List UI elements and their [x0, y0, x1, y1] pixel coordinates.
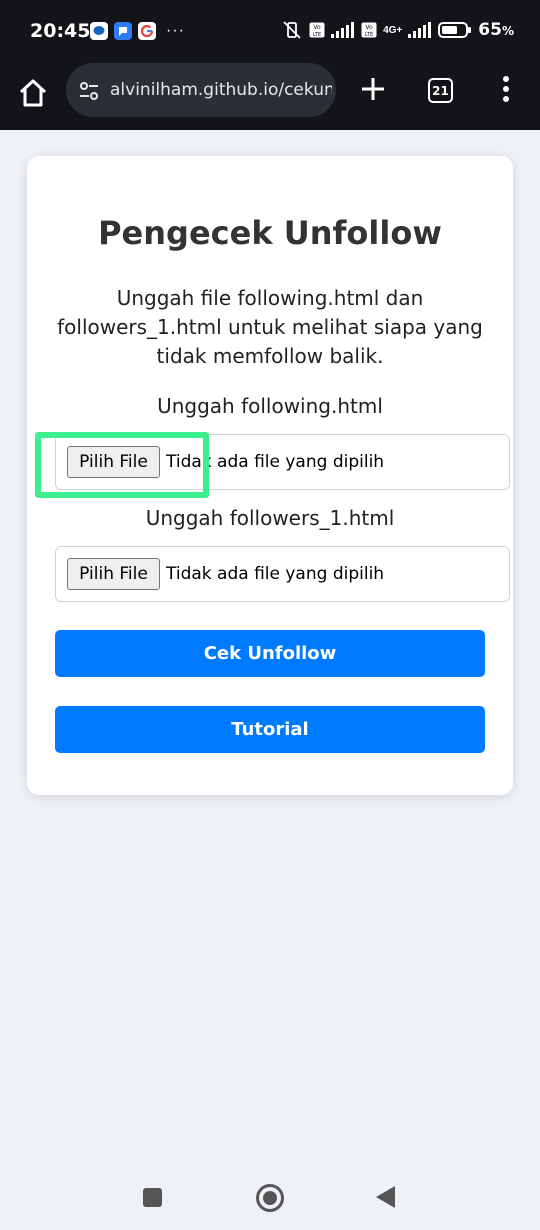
more-notifications-icon: ··· — [166, 22, 185, 39]
signal-icon — [331, 22, 355, 38]
more-vert-icon — [503, 76, 509, 102]
highlight-box — [35, 432, 209, 498]
system-navigation-bar — [0, 1165, 540, 1230]
url-text: alvinilham.github.io/cekunf — [110, 80, 332, 100]
address-bar[interactable]: alvinilham.github.io/cekunf — [66, 63, 336, 117]
message-icon — [114, 22, 132, 40]
followers-file-status: Tidak ada file yang dipilih — [166, 564, 385, 584]
mute-vibrate-icon — [283, 21, 301, 39]
recent-apps-icon[interactable] — [143, 1188, 162, 1207]
svg-text:Vo: Vo — [313, 24, 321, 31]
browser-menu-button[interactable] — [496, 74, 516, 104]
status-bar: 20:45 ··· Vo LTE Vo LTE 4G+ 65% — [0, 0, 540, 60]
network-type: 4G+ — [383, 24, 403, 36]
home-button[interactable] — [16, 76, 50, 110]
notification-icons: ··· — [90, 22, 185, 40]
battery-icon — [438, 22, 472, 38]
status-time: 20:45 — [30, 20, 91, 42]
svg-text:LTE: LTE — [313, 32, 321, 38]
status-right: Vo LTE Vo LTE 4G+ 65% — [281, 20, 514, 40]
tab-switcher-button[interactable]: 21 — [428, 78, 453, 103]
back-triangle-icon[interactable] — [376, 1186, 395, 1208]
volte-icon: Vo LTE — [309, 22, 325, 38]
check-unfollow-button[interactable]: Cek Unfollow — [55, 630, 485, 677]
chat-bubble-icon — [90, 22, 108, 40]
followers-upload-label: Unggah followers_1.html — [145, 506, 395, 530]
tutorial-button[interactable]: Tutorial — [55, 706, 485, 753]
home-icon — [19, 79, 47, 107]
svg-text:LTE: LTE — [365, 32, 373, 38]
svg-text:Vo: Vo — [365, 24, 373, 31]
followers-choose-file-button[interactable]: Pilih File — [67, 558, 160, 590]
following-upload-label: Unggah following.html — [157, 394, 383, 418]
signal-icon-2 — [408, 22, 432, 38]
page-description: Unggah file following.html dan followers… — [57, 286, 483, 368]
plus-icon — [362, 78, 384, 100]
browser-toolbar: alvinilham.github.io/cekunf 21 — [0, 60, 540, 130]
volte-icon-2: Vo LTE — [361, 22, 377, 38]
google-icon — [138, 22, 156, 40]
home-circle-icon[interactable] — [256, 1184, 284, 1212]
battery-level: 65% — [478, 20, 514, 40]
site-settings-icon[interactable] — [78, 80, 100, 102]
new-tab-button[interactable] — [358, 74, 388, 104]
page-title: Pengecek Unfollow — [98, 214, 442, 252]
followers-file-input[interactable]: Pilih File Tidak ada file yang dipilih — [55, 546, 510, 602]
